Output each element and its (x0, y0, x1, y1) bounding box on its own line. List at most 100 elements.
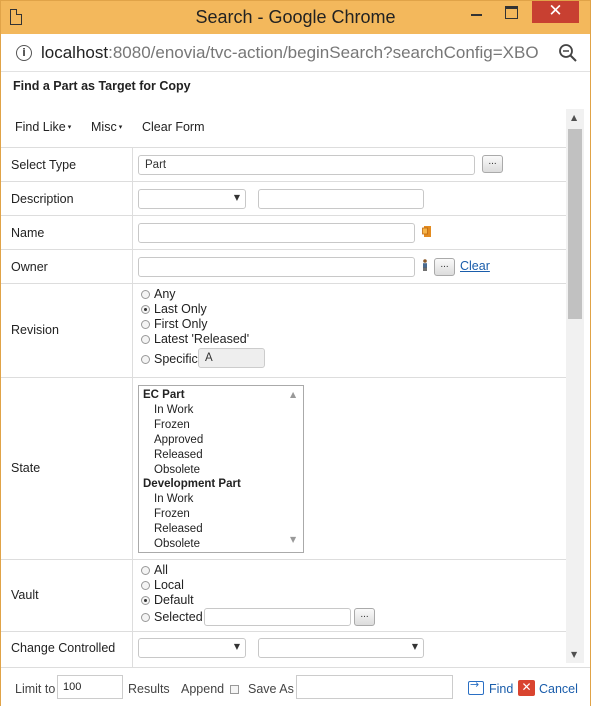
radio-button[interactable] (141, 581, 150, 590)
state-listbox-scrollbar[interactable]: ▲ ▼ (286, 386, 303, 552)
radio-button[interactable] (141, 596, 150, 605)
find-like-menu[interactable]: Find Like ▾ (15, 120, 71, 134)
limit-field[interactable]: 100 (57, 675, 123, 699)
description-operator-select[interactable]: ▼ (138, 189, 246, 209)
title-bar: Search - Google Chrome ✕ (1, 1, 590, 34)
toolbar: Find Like ▾ Misc ▾ Clear Form (1, 109, 566, 143)
revision-specific-field[interactable]: A (198, 348, 265, 368)
page-title: Find a Part as Target for Copy (13, 79, 191, 93)
radio-button[interactable] (141, 290, 150, 299)
state-option[interactable]: Approved (154, 433, 203, 448)
radio-button[interactable] (141, 355, 150, 364)
change-controlled-select-2[interactable]: ▼ (258, 638, 424, 658)
maximize-button[interactable] (496, 1, 526, 25)
misc-menu[interactable]: Misc ▾ (91, 120, 122, 134)
state-listbox[interactable]: EC Part In Work Frozen Approved Released… (138, 385, 304, 553)
vault-option-label: All (154, 563, 168, 577)
vault-row: Vault All Local Default Selected ... (1, 559, 566, 631)
limit-label: Limit to (15, 682, 56, 696)
save-as-label: Save As (248, 682, 294, 696)
select-type-field[interactable]: Part (138, 155, 475, 175)
revision-option-specific[interactable]: Specific (141, 352, 198, 367)
scroll-down-icon[interactable]: ▼ (290, 535, 296, 544)
change-controlled-label: Change Controlled (11, 641, 116, 655)
close-button[interactable]: ✕ (532, 1, 579, 23)
state-option[interactable]: In Work (154, 492, 193, 507)
owner-label: Owner (11, 260, 48, 274)
state-option[interactable]: Released (154, 448, 203, 463)
select-type-chooser-button[interactable]: ... (482, 155, 503, 173)
info-icon[interactable]: i (16, 45, 32, 61)
radio-button[interactable] (141, 613, 150, 622)
owner-clear-link[interactable]: Clear (460, 259, 490, 273)
vault-label: Vault (11, 588, 39, 602)
find-icon[interactable] (468, 678, 484, 695)
find-button[interactable]: Find (489, 682, 513, 696)
description-label: Description (11, 192, 74, 206)
name-label: Name (11, 226, 45, 240)
autoname-icon[interactable] (422, 225, 432, 238)
revision-option-last-only[interactable]: Last Only (141, 302, 207, 317)
state-group-ec-part: EC Part (143, 389, 185, 401)
vault-option-default[interactable]: Default (141, 593, 194, 608)
vault-chooser-button[interactable]: ... (354, 608, 375, 626)
column-divider (132, 632, 133, 667)
radio-button[interactable] (141, 320, 150, 329)
revision-option-label: Latest 'Released' (154, 332, 250, 346)
scroll-up-icon[interactable]: ▲ (571, 113, 577, 122)
state-option[interactable]: Released (154, 522, 203, 537)
page-content: Find a Part as Target for Copy Find Like… (1, 72, 590, 706)
revision-option-label: Any (154, 287, 176, 301)
revision-option-latest-released[interactable]: Latest 'Released' (141, 332, 249, 347)
owner-chooser-button[interactable]: ... (434, 258, 455, 276)
vault-option-selected[interactable]: Selected (141, 610, 203, 625)
scroll-down-icon[interactable]: ▼ (571, 650, 577, 659)
column-divider (132, 250, 133, 283)
misc-label: Misc (91, 120, 117, 134)
radio-button[interactable] (141, 566, 150, 575)
state-option[interactable]: Obsolete (154, 463, 200, 478)
owner-row: Owner ... Clear (1, 249, 566, 283)
url-path: :8080/enovia/tvc-action/beginSearch?sear… (108, 43, 539, 62)
column-divider (132, 216, 133, 249)
revision-option-label: First Only (154, 317, 208, 331)
zoom-icon[interactable] (558, 43, 578, 63)
vault-option-all[interactable]: All (141, 563, 168, 578)
state-option[interactable]: In Work (154, 403, 193, 418)
state-option[interactable]: Frozen (154, 507, 190, 522)
page-scrollbar[interactable]: ▲ ▼ (566, 109, 584, 663)
owner-field[interactable] (138, 257, 415, 277)
description-field[interactable] (258, 189, 424, 209)
cancel-icon[interactable]: ✕ (518, 680, 535, 696)
vault-option-local[interactable]: Local (141, 578, 184, 593)
save-as-field[interactable] (296, 675, 453, 699)
revision-option-any[interactable]: Any (141, 287, 176, 302)
description-row: Description ▼ (1, 181, 566, 215)
chevron-down-icon: ▾ (118, 123, 123, 131)
name-field[interactable] (138, 223, 415, 243)
minimize-button[interactable] (461, 1, 491, 25)
url-host: localhost (41, 43, 109, 62)
change-controlled-select-1[interactable]: ▼ (138, 638, 246, 658)
state-option[interactable]: Obsolete (154, 537, 200, 552)
cancel-button[interactable]: Cancel (539, 682, 578, 696)
state-option[interactable]: Frozen (154, 418, 190, 433)
scrollbar-thumb[interactable] (568, 129, 582, 319)
url-text[interactable]: localhost:8080/enovia/tvc-action/beginSe… (41, 43, 539, 63)
state-row: State EC Part In Work Frozen Approved Re… (1, 377, 566, 559)
column-divider (132, 378, 133, 559)
radio-button[interactable] (141, 305, 150, 314)
state-group-development-part: Development Part (143, 478, 241, 490)
address-bar[interactable]: i localhost:8080/enovia/tvc-action/begin… (1, 34, 590, 72)
radio-button[interactable] (141, 335, 150, 344)
append-label: Append (181, 682, 225, 696)
clear-form-button[interactable]: Clear Form (142, 120, 205, 134)
scroll-up-icon[interactable]: ▲ (290, 390, 296, 399)
column-divider (132, 182, 133, 215)
append-checkbox[interactable] (230, 685, 239, 694)
vault-selected-field[interactable] (204, 608, 351, 626)
find-like-label: Find Like (15, 120, 66, 134)
revision-label: Revision (11, 323, 59, 337)
revision-option-first-only[interactable]: First Only (141, 317, 207, 332)
column-divider (132, 284, 133, 377)
